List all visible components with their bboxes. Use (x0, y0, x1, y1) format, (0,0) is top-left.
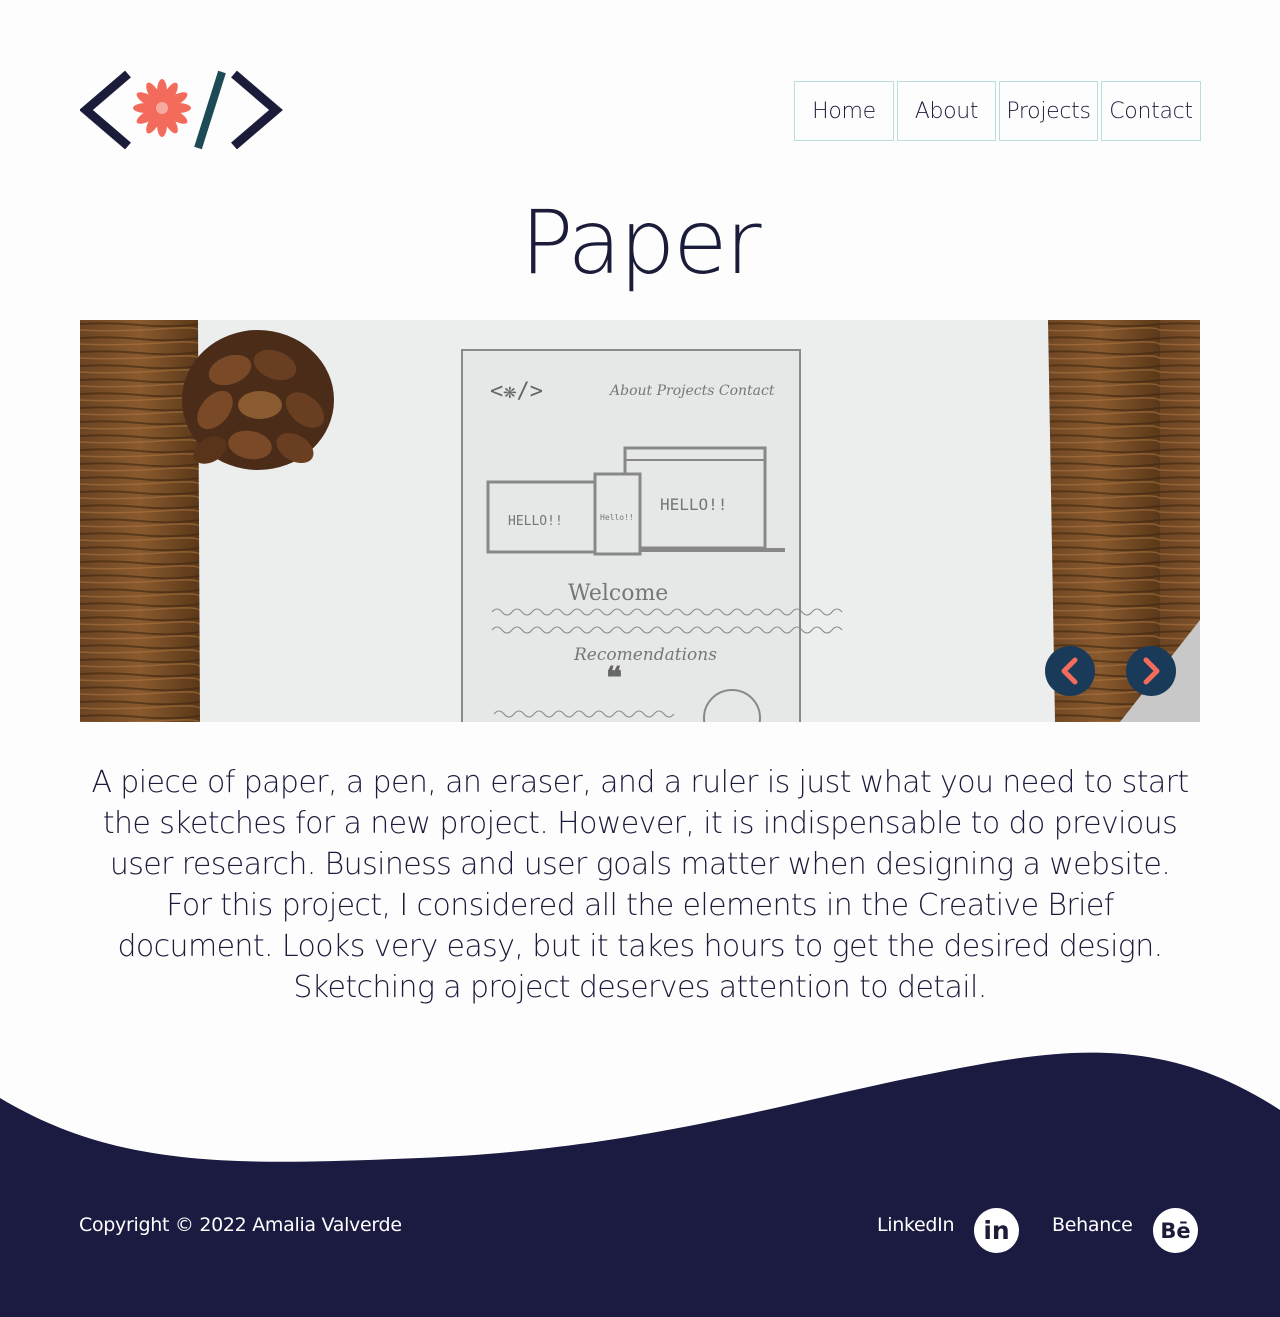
linkedin-link[interactable]: LinkedIn (877, 1214, 955, 1236)
chevron-right-icon (1143, 657, 1160, 685)
behance-icon-text: Bē (1160, 1218, 1191, 1243)
linkedin-icon-text: in (983, 1216, 1010, 1245)
svg-text:<❋/>: <❋/> (490, 379, 543, 404)
sketch-nav-text: About Projects Contact (608, 383, 775, 399)
project-description: A piece of paper, a pen, an eraser, and … (91, 765, 1189, 1005)
sketch-hello-tiny: Hello!! (600, 513, 634, 522)
carousel-prev-button[interactable] (1045, 646, 1095, 696)
page-title: Paper (520, 191, 761, 294)
pine-cone (182, 330, 334, 470)
linkedin-icon[interactable]: in (974, 1208, 1019, 1253)
nav-projects[interactable]: Projects (999, 81, 1098, 141)
sketch-welcome: Welcome (568, 581, 668, 606)
footer-wave-background (0, 1052, 1280, 1317)
carousel-image: <❋/> About Projects Contact HELLO!! HELL… (80, 320, 1200, 722)
copyright-text: Copyright © 2022 Amalia Valverde (79, 1214, 402, 1236)
site-logo[interactable] (79, 70, 284, 150)
sketch-hello-large: HELLO!! (660, 495, 727, 514)
code-brackets-flower-logo-icon (79, 70, 283, 150)
sketch-hello-small: HELLO!! (508, 514, 563, 529)
main-nav: Home About Projects Contact (794, 81, 1201, 141)
behance-icon[interactable]: Bē (1153, 1208, 1198, 1253)
nav-home[interactable]: Home (794, 81, 894, 141)
chevron-left-icon (1061, 657, 1078, 685)
behance-link[interactable]: Behance (1052, 1214, 1133, 1236)
nav-about[interactable]: About (897, 81, 996, 141)
image-carousel: <❋/> About Projects Contact HELLO!! HELL… (80, 320, 1200, 722)
carousel-next-button[interactable] (1126, 646, 1176, 696)
svg-text:❝: ❝ (606, 661, 622, 696)
nav-contact[interactable]: Contact (1101, 81, 1201, 141)
sketch-recommendations: Recomendations (573, 645, 717, 665)
